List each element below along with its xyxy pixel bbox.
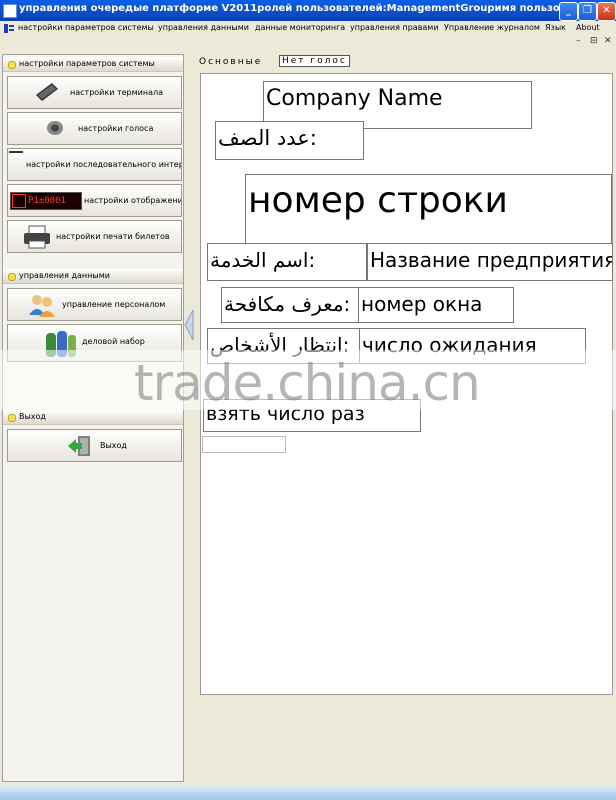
group-system-settings[interactable]: настройки параметров системы [3, 57, 183, 72]
ticket-print-settings-button[interactable]: настройки печати билетов [7, 220, 182, 253]
sidebar: настройки параметров системы настройки т… [2, 54, 184, 782]
display-settings-label: настройки отображения [84, 196, 182, 205]
tab-no-voice[interactable]: Нет голос [279, 55, 350, 67]
serial-settings-label: настройки последовательного интерф [26, 160, 182, 169]
serial-settings-button[interactable]: настройки последовательного интерф [7, 148, 182, 181]
led-display-icon: P1±0001 [10, 192, 82, 210]
menu-monitoring[interactable]: данные мониторинга [255, 23, 345, 32]
group-data-label: управления данными [19, 271, 110, 280]
mdi-minimize-button[interactable]: – [576, 36, 581, 46]
counter-id-label-field[interactable]: معرف مكافحة: [221, 287, 359, 323]
menu-system-settings[interactable]: настройки параметров системы [18, 23, 154, 32]
menu-language[interactable]: Язык [545, 23, 566, 32]
users-icon [29, 295, 55, 317]
window-number-text: номер окна [361, 292, 483, 316]
keyboard-icon [36, 83, 58, 101]
printer-icon [24, 225, 50, 249]
app-icon [3, 4, 17, 18]
led-display-text: P1±0001 [28, 196, 66, 206]
row-number-text: номер строки [248, 180, 508, 221]
menu-about[interactable]: About [576, 23, 600, 32]
group-bullet-icon [8, 61, 16, 69]
restore-button[interactable]: ❐ [578, 2, 597, 21]
watermark-text: trade.china.cn [134, 354, 481, 412]
status-bar [0, 786, 616, 800]
enterprise-name-field[interactable]: Название предприятия [367, 243, 613, 281]
window-number-field[interactable]: номер окна [358, 287, 514, 323]
staff-management-label: управление персоналом [62, 300, 166, 309]
main-area: Основные Нет голос Company Name عدد الصف… [196, 55, 614, 780]
collapse-panel-arrow-icon[interactable] [184, 308, 194, 342]
close-button[interactable]: ✕ [597, 2, 616, 21]
menu-data-management[interactable]: управления данными [158, 23, 249, 32]
group-bullet-icon [8, 414, 16, 422]
group-exit-label: Выход [19, 412, 46, 421]
empty-field[interactable] [202, 436, 286, 453]
queue-count-label-text: عدد الصف: [218, 126, 317, 150]
tab-basic[interactable]: Основные [199, 57, 262, 67]
menu-journal[interactable]: Управление журналом [444, 23, 540, 32]
service-name-label-text: اسم الخدمة: [210, 248, 316, 272]
menu-rights[interactable]: управления правами [350, 23, 439, 32]
speaker-icon [47, 121, 63, 135]
queue-count-label-field[interactable]: عدد الصف: [215, 121, 364, 160]
business-set-label: деловой набор [82, 337, 145, 346]
group-data-management[interactable]: управления данными [3, 269, 183, 284]
menu-bar: настройки параметров системы управления … [0, 21, 616, 36]
group-bullet-icon [8, 273, 16, 281]
mdi-restore-button[interactable]: ⊟ [590, 36, 598, 46]
row-number-field[interactable]: номер строки [245, 174, 612, 248]
mdi-controls: – ⊟ ✕ [0, 36, 616, 50]
voice-settings-label: настройки голоса [78, 124, 154, 133]
mdi-close-button[interactable]: ✕ [604, 36, 612, 46]
enterprise-name-text: Название предприятия [370, 248, 613, 272]
service-name-label-field[interactable]: اسم الخدمة: [207, 243, 367, 281]
menu-app-icon [4, 24, 14, 33]
terminal-settings-label: настройки терминала [70, 88, 163, 97]
group-system-label: настройки параметров системы [19, 59, 155, 68]
led-ticket-glyph [12, 194, 26, 208]
staff-management-button[interactable]: управление персоналом [7, 288, 182, 321]
watermark-overlay: trade.china.cn [0, 350, 616, 412]
window-title: управления очередые платформе V2011ролей… [19, 3, 559, 14]
group-exit[interactable]: Выход [3, 410, 183, 425]
exit-label: Выход [100, 441, 127, 450]
counter-id-label-text: معرف مكافحة: [224, 292, 351, 316]
exit-button[interactable]: Выход [7, 429, 182, 462]
minimize-button[interactable]: _ [559, 2, 578, 21]
voice-settings-button[interactable]: настройки голоса [7, 112, 182, 145]
display-settings-button[interactable]: P1±0001 настройки отображения [7, 184, 182, 217]
ticket-print-settings-label: настройки печати билетов [56, 232, 170, 241]
title-bar: управления очередые платформе V2011ролей… [0, 0, 616, 21]
terminal-settings-button[interactable]: настройки терминала [7, 76, 182, 109]
exit-door-icon [68, 436, 90, 456]
company-name-text: Company Name [266, 86, 443, 111]
serial-port-icon [9, 151, 23, 153]
